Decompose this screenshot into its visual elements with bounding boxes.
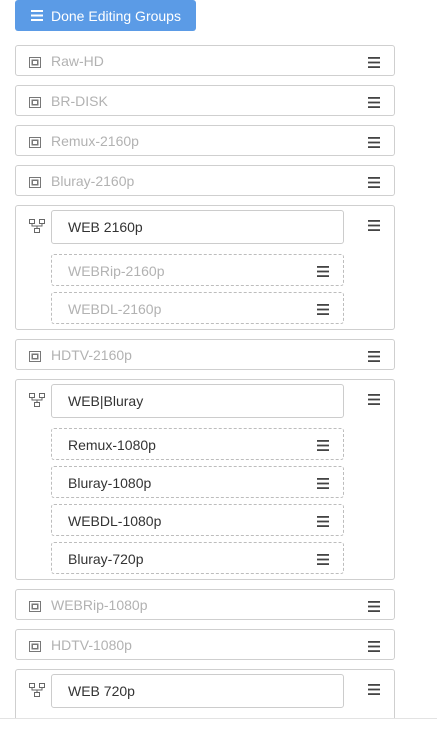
- quality-icon: [29, 349, 41, 367]
- drag-handle-icon[interactable]: [368, 392, 380, 410]
- quality-list: Raw-HD BR-DISK Remux-2160p Bluray-2160p WEBR…: [15, 45, 395, 718]
- group-item-bluray-720p[interactable]: Bluray-720p: [51, 542, 344, 574]
- quality-label: HDTV-1080p: [51, 637, 132, 653]
- drag-handle-icon[interactable]: [368, 55, 380, 73]
- drag-handle-icon[interactable]: [317, 476, 329, 494]
- drag-handle-icon[interactable]: [368, 135, 380, 153]
- quality-icon: [29, 175, 41, 193]
- done-editing-groups-label: Done Editing Groups: [51, 7, 181, 24]
- group-items: WEBRip-2160p WEBDL-2160p: [16, 244, 394, 329]
- drag-handle-icon[interactable]: [317, 438, 329, 456]
- group-name-input[interactable]: [51, 210, 344, 244]
- group-name-input[interactable]: [51, 384, 344, 418]
- quality-row-webrip-1080p[interactable]: WEBRip-1080p: [15, 589, 395, 620]
- group-icon: [29, 683, 45, 702]
- group-item-webdl-1080p[interactable]: WEBDL-1080p: [51, 504, 344, 536]
- quality-group-web-bluray: Remux-1080p Bluray-1080p WEBDL-1080p Bluray…: [15, 379, 395, 580]
- group-item-label: Remux-1080p: [68, 437, 156, 453]
- group-item-webdl-2160p[interactable]: WEBDL-2160p: [51, 292, 344, 324]
- drag-handle-icon[interactable]: [368, 175, 380, 193]
- group-item-label: Bluray-1080p: [68, 475, 152, 491]
- drag-handle-icon[interactable]: [317, 514, 329, 532]
- quality-row-hdtv-2160p[interactable]: HDTV-2160p: [15, 339, 395, 370]
- quality-icon: [29, 55, 41, 73]
- drag-handle-icon[interactable]: [317, 264, 329, 282]
- quality-row-br-disk[interactable]: BR-DISK: [15, 85, 395, 116]
- group-item-webrip-2160p[interactable]: WEBRip-2160p: [51, 254, 344, 286]
- quality-label: Bluray-2160p: [51, 173, 135, 189]
- quality-group-web-2160p: WEBRip-2160p WEBDL-2160p: [15, 205, 395, 330]
- group-item-label: Bluray-720p: [68, 551, 144, 567]
- quality-row-hdtv-1080p[interactable]: HDTV-1080p: [15, 629, 395, 660]
- drag-handle-icon[interactable]: [368, 682, 380, 700]
- quality-row-raw-hd[interactable]: Raw-HD: [15, 45, 395, 76]
- quality-icon: [29, 639, 41, 657]
- bars-icon: [31, 8, 43, 24]
- quality-icon: [29, 599, 41, 617]
- group-items: Remux-1080p Bluray-1080p WEBDL-1080p Bluray…: [16, 418, 394, 579]
- quality-row-bluray-2160p[interactable]: Bluray-2160p: [15, 165, 395, 196]
- quality-profile-editor: Done Editing Groups Raw-HD BR-DISK Remux-2…: [0, 0, 437, 718]
- drag-handle-icon[interactable]: [368, 599, 380, 617]
- group-item-label: WEBRip-2160p: [68, 263, 165, 279]
- drag-handle-icon[interactable]: [317, 552, 329, 570]
- group-item-bluray-1080p[interactable]: Bluray-1080p: [51, 466, 344, 498]
- quality-group-web-720p: WEBDL-720p: [15, 669, 395, 718]
- quality-row-remux-2160p[interactable]: Remux-2160p: [15, 125, 395, 156]
- group-item-label: WEBDL-2160p: [68, 301, 162, 317]
- quality-label: HDTV-2160p: [51, 347, 132, 363]
- quality-label: Raw-HD: [51, 53, 104, 69]
- group-icon: [29, 219, 45, 238]
- drag-handle-icon[interactable]: [368, 95, 380, 113]
- quality-icon: [29, 95, 41, 113]
- drag-handle-icon[interactable]: [368, 349, 380, 367]
- quality-label: BR-DISK: [51, 93, 108, 109]
- drag-handle-icon[interactable]: [368, 639, 380, 657]
- quality-label: Remux-2160p: [51, 133, 139, 149]
- bottom-divider: [0, 718, 437, 731]
- group-item-label: WEBDL-1080p: [68, 513, 162, 529]
- drag-handle-icon[interactable]: [368, 218, 380, 236]
- group-item-remux-1080p[interactable]: Remux-1080p: [51, 428, 344, 460]
- group-name-input[interactable]: [51, 674, 344, 708]
- group-items: WEBDL-720p: [16, 708, 394, 718]
- quality-icon: [29, 135, 41, 153]
- quality-label: WEBRip-1080p: [51, 597, 148, 613]
- done-editing-groups-button[interactable]: Done Editing Groups: [15, 0, 196, 31]
- drag-handle-icon[interactable]: [317, 302, 329, 320]
- group-icon: [29, 393, 45, 412]
